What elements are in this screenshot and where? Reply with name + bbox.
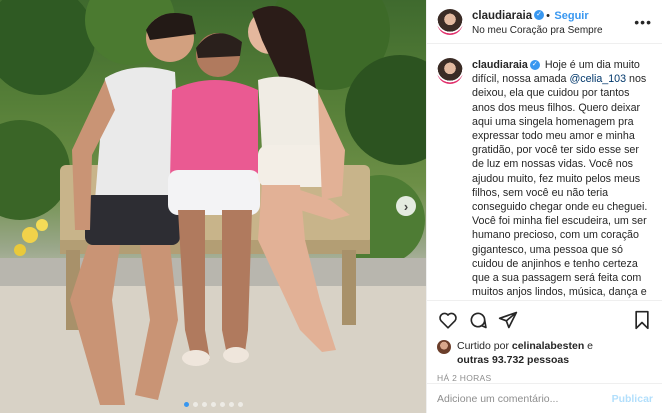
follow-button[interactable]: Seguir [554, 10, 588, 22]
comment-input[interactable] [437, 392, 612, 405]
avatar[interactable] [437, 8, 463, 35]
verified-badge-icon: ✓ [534, 10, 545, 21]
liker-avatar[interactable] [437, 340, 451, 354]
caption-mention-link[interactable]: @celia_103 [569, 73, 626, 85]
caption-avatar[interactable] [437, 58, 463, 84]
location-link[interactable]: No meu Coração pra Sempre [472, 25, 603, 38]
photo-illustration [0, 0, 426, 413]
carousel-dot [183, 402, 189, 407]
comment-form: Publicar [427, 383, 662, 413]
likes-summary: Curtido por celinalabesten e outras 93.7… [437, 339, 653, 367]
comment-icon[interactable] [467, 309, 489, 331]
more-horizontal-icon[interactable]: ••• [634, 14, 652, 30]
share-icon[interactable] [497, 309, 519, 331]
post-photo[interactable]: › [0, 0, 426, 413]
bookmark-icon[interactable] [631, 309, 653, 331]
carousel-dot [219, 402, 225, 407]
others-count-link[interactable]: outras 93.732 pessoas [457, 354, 569, 366]
post-panel: claudiaraia ✓ • Seguir No meu Coração pra … [426, 0, 662, 413]
next-photo-button[interactable]: › [396, 196, 416, 216]
verified-badge-icon: ✓ [529, 60, 540, 71]
caption-body: nos deixou, ela que cuidou por tantos an… [472, 73, 648, 299]
caption-username[interactable]: claudiaraia [472, 59, 528, 71]
caption-text: claudiaraia ✓ Hoje é um dia muito difícil… [472, 58, 653, 300]
post-timestamp[interactable]: HÁ 2 HORAS [437, 373, 653, 383]
separator: • [546, 10, 550, 23]
carousel-dot [237, 402, 243, 407]
heart-icon[interactable] [437, 309, 459, 331]
carousel-dot [201, 402, 207, 407]
action-bar: Curtido por celinalabesten e outras 93.7… [427, 300, 662, 383]
liked-by-user-link[interactable]: celinalabesten [512, 340, 584, 352]
carousel-dot [228, 402, 234, 407]
carousel-dot [192, 402, 198, 407]
username-link[interactable]: claudiaraia [472, 10, 532, 22]
carousel-indicator [0, 402, 426, 407]
caption-section: claudiaraia ✓ Hoje é um dia muito difícil… [427, 44, 662, 300]
post-header: claudiaraia ✓ • Seguir No meu Coração pra … [427, 0, 662, 44]
carousel-dot [210, 402, 216, 407]
publish-button[interactable]: Publicar [612, 393, 653, 405]
liked-by-and: e [584, 340, 593, 352]
liked-by-prefix: Curtido por [457, 340, 512, 352]
